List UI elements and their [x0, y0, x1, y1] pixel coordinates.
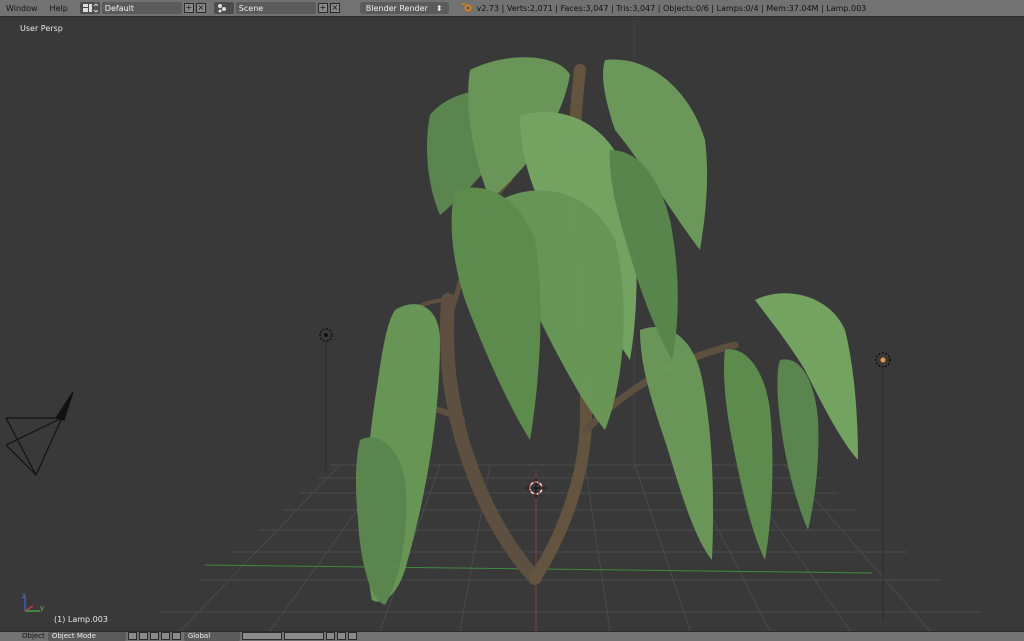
- menu-help[interactable]: Help: [44, 4, 74, 13]
- screen-layout-icon[interactable]: [79, 2, 100, 14]
- remove-screen-button[interactable]: ×: [195, 3, 206, 13]
- remove-scene-button[interactable]: ×: [329, 3, 340, 13]
- camera-object: [5, 391, 74, 477]
- scene-stats: v2.73 | Verts:2,071 | Faces:3,047 | Tris…: [476, 3, 867, 13]
- info-header: Window Help Default + × Scene + × Blende…: [0, 0, 1024, 17]
- screen-layout-field[interactable]: Default: [101, 2, 182, 14]
- axis-gizmo-label-y: y: [40, 604, 45, 612]
- 3d-cursor-icon: [526, 478, 546, 498]
- render-engine-select[interactable]: Blender Render ⬍: [359, 2, 449, 14]
- add-scene-button[interactable]: +: [317, 3, 328, 13]
- proportional-edit-icon[interactable]: [336, 632, 346, 640]
- axis-gizmo-label-z: z: [22, 592, 26, 600]
- lamp-object-left: [319, 328, 333, 470]
- translate-icon[interactable]: [160, 632, 170, 640]
- layers-icon-2[interactable]: [283, 632, 324, 640]
- menu-window[interactable]: Window: [0, 4, 44, 13]
- snap-icon[interactable]: [325, 632, 335, 640]
- view-menu-label[interactable]: Object: [22, 632, 45, 640]
- add-screen-button[interactable]: +: [183, 3, 194, 13]
- 3d-viewport[interactable]: User Persp z y (1) Lamp.003: [0, 17, 1024, 631]
- viewport-shading-icon[interactable]: [127, 632, 137, 640]
- render-icon[interactable]: [347, 632, 357, 640]
- tree-foliage: [355, 57, 858, 605]
- axis-gizmo-icon: [24, 596, 40, 612]
- scene-field[interactable]: Scene: [235, 2, 316, 14]
- rotate-icon[interactable]: [171, 632, 181, 640]
- pivot-point-icon[interactable]: [138, 632, 148, 640]
- scene-canvas[interactable]: [0, 17, 1024, 631]
- scene-icon[interactable]: [213, 2, 234, 14]
- blender-logo-icon: [460, 2, 473, 14]
- active-object-label: (1) Lamp.003: [54, 615, 108, 624]
- chevron-updown-icon: ⬍: [435, 3, 443, 13]
- manipulator-icon[interactable]: [149, 632, 159, 640]
- render-engine-label: Blender Render: [365, 3, 428, 13]
- layers-icon[interactable]: [241, 632, 282, 640]
- view-name-label: User Persp: [20, 24, 63, 33]
